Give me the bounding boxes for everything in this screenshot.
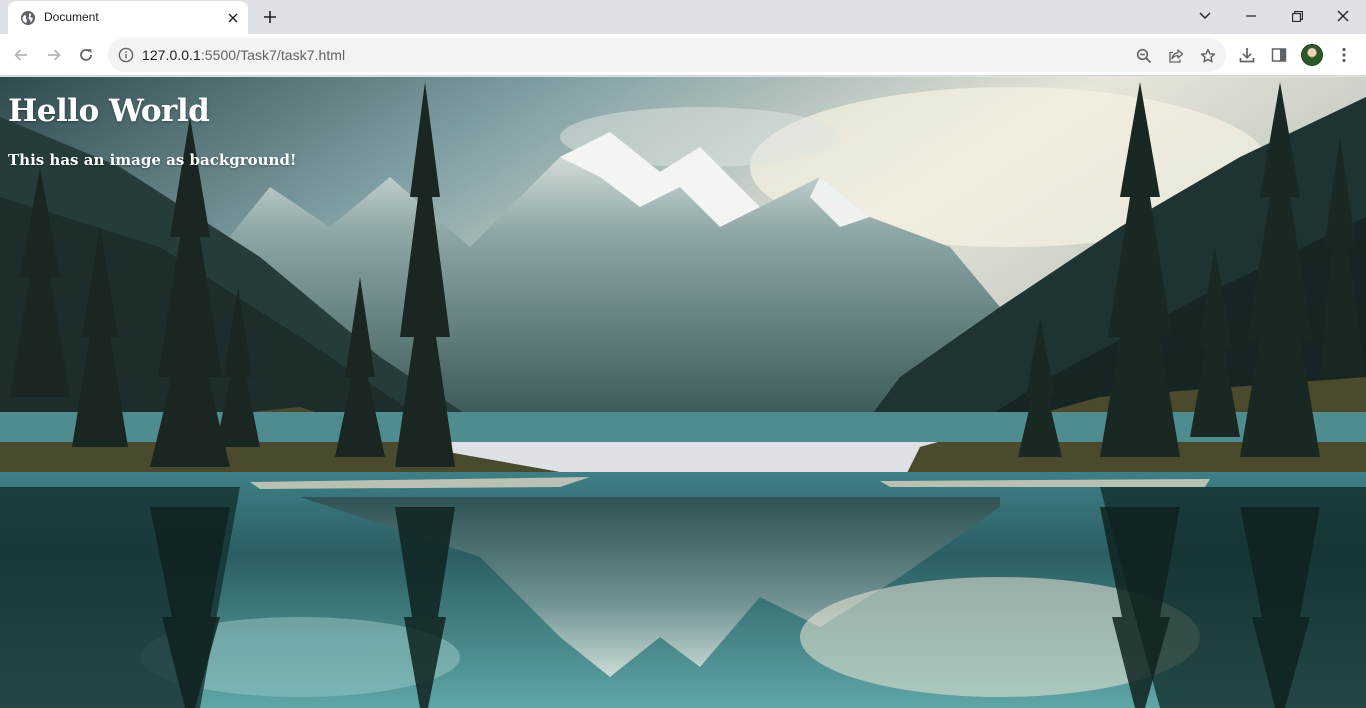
info-icon[interactable] [118,47,134,63]
zoom-out-icon[interactable] [1134,46,1154,66]
reload-icon[interactable] [72,41,100,69]
tab-close-icon[interactable] [224,9,242,27]
page-content: Hello World This has an image as backgro… [0,77,305,178]
star-icon[interactable] [1198,46,1218,66]
new-tab-icon[interactable] [258,6,282,28]
page-paragraph: This has an image as background! [8,151,297,169]
side-panel-icon[interactable] [1268,44,1290,66]
browser-toolbar: 127.0.0.1:5500/Task7/task7.html [0,34,1366,76]
restore-icon[interactable] [1274,0,1320,32]
minimize-icon[interactable] [1228,0,1274,32]
tab-title: Document [44,10,99,24]
close-window-icon[interactable] [1320,0,1366,32]
page-viewport: Hello World This has an image as backgro… [0,77,1366,708]
arrow-left-icon[interactable] [7,41,35,69]
download-icon[interactable] [1236,44,1258,66]
address-bar[interactable]: 127.0.0.1:5500/Task7/task7.html [108,38,1226,72]
tab-strip: Document [0,0,1366,34]
url-host: 127.0.0.1 [142,47,201,63]
browser-tab[interactable]: Document [8,1,248,34]
globe-icon [21,11,35,25]
profile-avatar[interactable] [1301,44,1323,66]
kebab-menu-icon[interactable] [1333,44,1355,66]
share-icon[interactable] [1166,46,1186,66]
arrow-right-icon[interactable] [40,41,68,69]
url-text[interactable]: 127.0.0.1:5500/Task7/task7.html [142,47,345,63]
tab-search-chevron-icon[interactable] [1182,0,1228,32]
url-path: :5500/Task7/task7.html [200,47,346,63]
page-heading: Hello World [8,93,210,129]
